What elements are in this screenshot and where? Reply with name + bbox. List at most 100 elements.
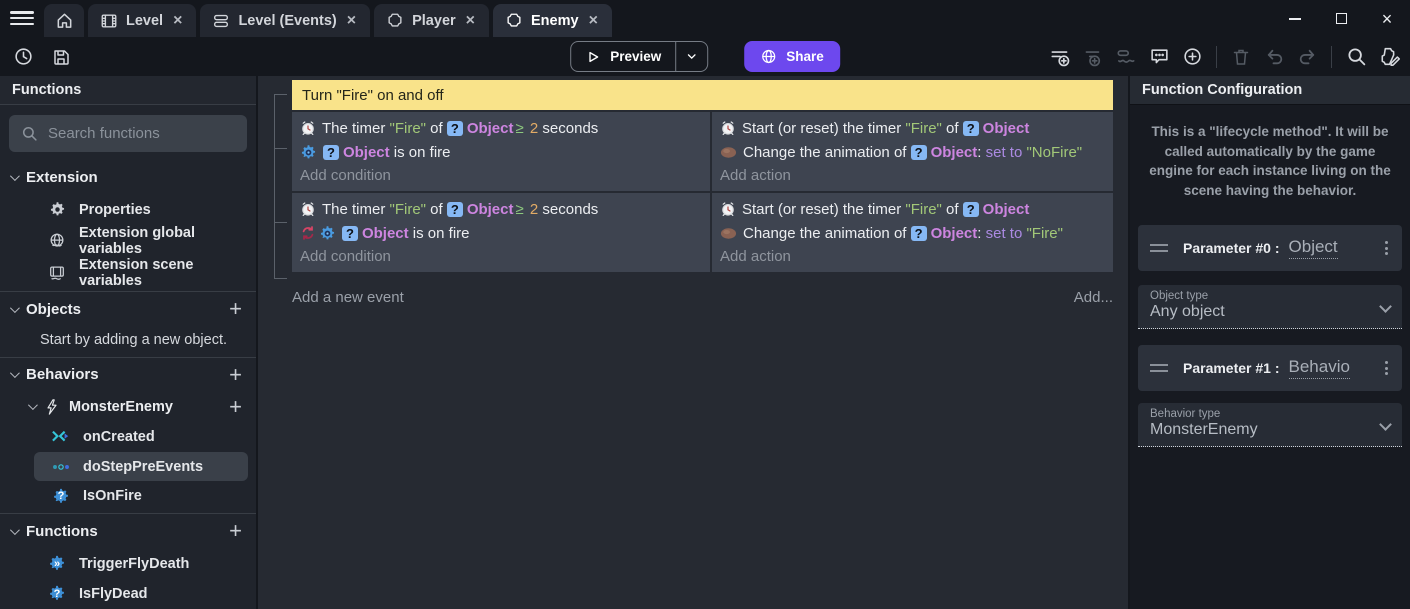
condition-line[interactable]: ?Object is on fire <box>300 140 702 164</box>
delete-icon[interactable] <box>1228 44 1254 70</box>
add-more-icon[interactable] <box>1179 44 1205 70</box>
actions-column: Start (or reset) the timer "Fire" of ?Ob… <box>712 112 1113 191</box>
add-action-link[interactable]: Add action <box>720 245 1105 267</box>
drag-handle-icon[interactable] <box>1150 364 1168 372</box>
drag-handle-icon[interactable] <box>1150 244 1168 252</box>
search-functions-box[interactable] <box>9 115 247 152</box>
add-object-button[interactable]: + <box>227 298 244 320</box>
sidebar-item-triggerflydeath[interactable]: » TriggerFlyDeath <box>0 548 256 578</box>
lifecycle-icon <box>52 430 70 444</box>
conditions-column: The timer "Fire" of ?Object≥ 2 seconds ?… <box>292 112 710 191</box>
action-line[interactable]: Start (or reset) the timer "Fire" of ?Ob… <box>720 197 1105 221</box>
sidebar-item-extension-global-variables[interactable]: Extension global variables <box>0 225 256 257</box>
tab-close-icon[interactable]: × <box>587 12 600 30</box>
tab-player[interactable]: Player × <box>374 4 489 37</box>
action-line[interactable]: Change the animation of ?Object: set to … <box>720 140 1105 164</box>
add-more-link[interactable]: Add... <box>1074 289 1113 306</box>
conditions-column: The timer "Fire" of ?Object≥ 2 seconds ?… <box>292 193 710 272</box>
object-param-chip: ? <box>447 202 463 217</box>
object-type-select[interactable]: Object type Any object <box>1138 285 1402 329</box>
timer-icon <box>720 120 736 136</box>
add-new-event-link[interactable]: Add a new event <box>292 289 404 306</box>
event-comment[interactable]: Turn "Fire" on and off <box>292 80 1113 110</box>
object-param-chip: ? <box>963 202 979 217</box>
add-condition-link[interactable]: Add condition <box>300 245 702 267</box>
tab-level[interactable]: Level × <box>88 4 196 37</box>
add-function-button[interactable]: + <box>227 520 244 542</box>
action-line[interactable]: Start (or reset) the timer "Fire" of ?Ob… <box>720 116 1105 140</box>
behavior-type-select[interactable]: Behavior type MonsterEnemy <box>1138 403 1402 447</box>
search-icon[interactable] <box>1343 44 1369 70</box>
parameter-0-name-field[interactable]: Object <box>1289 237 1338 259</box>
minimize-button[interactable] <box>1272 0 1318 37</box>
event-block[interactable]: The timer "Fire" of ?Object≥ 2 seconds ?… <box>292 193 1113 272</box>
condition-line[interactable]: ?Object is on fire <box>300 221 702 245</box>
action-line[interactable]: Change the animation of ?Object: set to … <box>720 221 1105 245</box>
add-behavior-function-button[interactable]: + <box>227 396 244 418</box>
behavior-gear-icon <box>319 225 336 242</box>
add-condition-link[interactable]: Add condition <box>300 164 702 186</box>
preview-dropdown-icon[interactable] <box>676 50 707 63</box>
sidebar-item-isflydead[interactable]: ? IsFlyDead <box>0 579 256 609</box>
tab-enemy[interactable]: Enemy × <box>493 4 612 37</box>
panel-title: Function Configuration <box>1130 76 1410 105</box>
section-objects[interactable]: Objects + <box>0 292 256 326</box>
parameter-0-card: Parameter #0 : Object <box>1138 225 1402 271</box>
sidebar-item-oncreated[interactable]: onCreated <box>0 422 256 452</box>
section-behaviors[interactable]: Behaviors + <box>0 358 256 392</box>
condition-line[interactable]: The timer "Fire" of ?Object≥ 2 seconds <box>300 116 702 140</box>
globe-icon <box>48 232 66 250</box>
close-button[interactable]: × <box>1364 0 1410 37</box>
parameter-1-name-field[interactable]: Behavio <box>1289 357 1350 379</box>
tab-close-icon[interactable]: × <box>464 12 477 30</box>
add-subevent-icon[interactable] <box>1080 44 1106 70</box>
sidebar-item-dosteppreevents[interactable]: doStepPreEvents <box>34 452 248 480</box>
edit-extension-icon[interactable] <box>1376 44 1402 70</box>
sidebar-item-extension-scene-variables[interactable]: Extension scene variables <box>0 257 256 289</box>
section-extension[interactable]: Extension <box>0 160 256 194</box>
tab-label: Player <box>412 13 456 29</box>
share-button[interactable]: Share <box>744 41 840 72</box>
main-menu-icon[interactable] <box>10 8 34 28</box>
save-icon[interactable] <box>48 44 74 70</box>
tab-close-icon[interactable]: × <box>171 12 184 30</box>
function-configuration-panel: Function Configuration This is a "lifecy… <box>1128 76 1410 609</box>
tab-label: Level <box>126 13 163 29</box>
add-comment-icon[interactable] <box>1146 44 1172 70</box>
preview-button[interactable]: Preview <box>570 41 708 72</box>
tab-home[interactable] <box>44 4 84 37</box>
maximize-button[interactable] <box>1318 0 1364 37</box>
objects-empty-text: Start by adding a new object. <box>0 326 256 354</box>
add-event-icon[interactable] <box>1047 44 1073 70</box>
kebab-menu-icon[interactable] <box>1383 239 1390 257</box>
object-param-chip: ? <box>342 226 358 241</box>
search-functions-input[interactable] <box>48 125 235 142</box>
behavior-sprocket-icon <box>505 12 523 30</box>
tab-close-icon[interactable]: × <box>345 12 358 30</box>
chevron-down-icon <box>10 303 20 313</box>
event-block[interactable]: The timer "Fire" of ?Object≥ 2 seconds ?… <box>292 112 1113 191</box>
redo-icon[interactable] <box>1294 44 1320 70</box>
play-icon <box>585 49 601 65</box>
section-functions[interactable]: Functions + <box>0 514 256 548</box>
kebab-menu-icon[interactable] <box>1383 359 1390 377</box>
undo-icon[interactable] <box>1261 44 1287 70</box>
add-behavior-button[interactable]: + <box>227 364 244 386</box>
timer-icon <box>300 201 316 217</box>
sidebar-item-isonfire[interactable]: ? IsOnFire <box>0 481 256 511</box>
timer-icon <box>300 120 316 136</box>
gear-icon <box>48 201 66 218</box>
parameter-0-label: Parameter #0 : <box>1183 240 1280 256</box>
add-link-event-icon[interactable] <box>1113 44 1139 70</box>
add-action-link[interactable]: Add action <box>720 164 1105 186</box>
object-param-chip: ? <box>963 121 979 136</box>
tab-level-events[interactable]: Level (Events) × <box>200 4 370 37</box>
object-param-chip: ? <box>911 226 927 241</box>
preview-label: Preview <box>610 49 661 64</box>
history-icon[interactable] <box>10 44 36 70</box>
timer-icon <box>720 201 736 217</box>
condition-line[interactable]: The timer "Fire" of ?Object≥ 2 seconds <box>300 197 702 221</box>
sidebar-item-properties[interactable]: Properties <box>0 195 256 225</box>
sidebar-item-monsterenemy[interactable]: MonsterEnemy + <box>0 392 256 422</box>
invert-condition-icon <box>300 225 316 241</box>
